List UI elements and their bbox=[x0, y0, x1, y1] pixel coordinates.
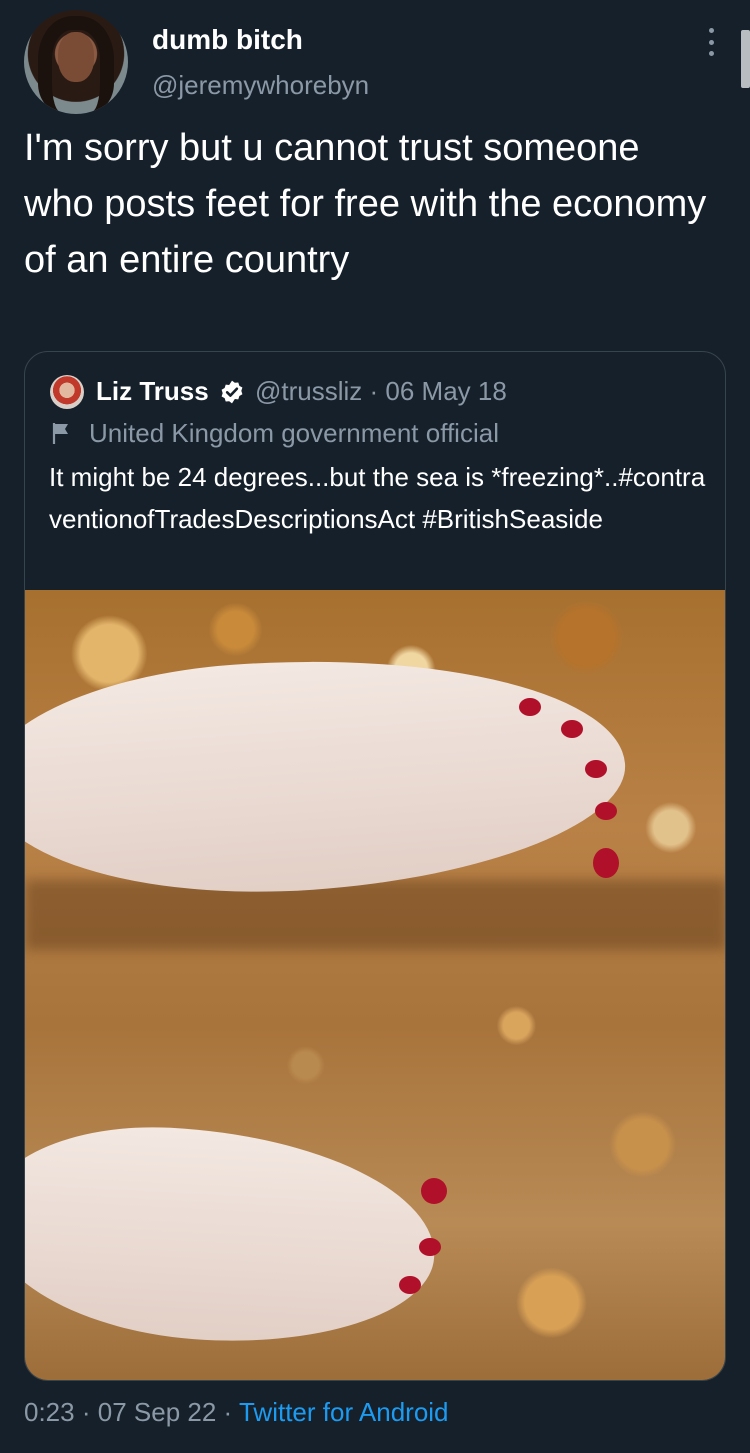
photo-toenail bbox=[595, 802, 617, 820]
quoted-author-avatar[interactable] bbox=[50, 375, 84, 409]
author-display-name[interactable]: dumb bitch bbox=[152, 24, 303, 56]
tweet-text: I'm sorry but u cannot trust someone who… bbox=[24, 127, 707, 281]
more-dot bbox=[708, 28, 714, 33]
more-dot bbox=[708, 51, 714, 56]
author-avatar[interactable] bbox=[24, 10, 128, 114]
separator-dot: · bbox=[223, 1397, 233, 1427]
quoted-author-name: Liz Truss bbox=[96, 376, 209, 406]
photo-foot-lower bbox=[25, 1118, 441, 1352]
tweet-timestamp: 0:23 · 07 Sep 22 · Twitter for Android bbox=[24, 1397, 449, 1428]
photo-toenail bbox=[399, 1276, 421, 1294]
tweet-screen: dumb bitch @jeremywhorebyn I'm sorry but… bbox=[0, 0, 750, 1453]
more-vertical-icon[interactable] bbox=[698, 22, 724, 62]
separator-dot: · bbox=[81, 1397, 91, 1427]
avatar-face bbox=[58, 32, 94, 82]
photo-shadow bbox=[25, 880, 725, 950]
more-dot bbox=[708, 39, 714, 45]
photo-toenail bbox=[585, 760, 607, 778]
government-account-label[interactable]: United Kingdom government official bbox=[89, 418, 499, 449]
photo-toenail bbox=[419, 1238, 441, 1256]
quoted-author-handle-date: @trussliz · 06 May 18 bbox=[255, 376, 507, 406]
verified-badge-icon bbox=[221, 380, 243, 404]
author-handle[interactable]: @jeremywhorebyn bbox=[152, 70, 369, 101]
quoted-tweet-photo[interactable] bbox=[25, 590, 725, 1380]
flag-icon bbox=[52, 423, 68, 444]
photo-toenail bbox=[593, 848, 619, 878]
photo-foot-upper bbox=[25, 637, 633, 913]
scrollbar-thumb[interactable] bbox=[741, 30, 750, 88]
photo-toenail bbox=[519, 698, 541, 716]
quoted-tweet-text: It might be 24 degrees...but the sea is … bbox=[49, 462, 706, 534]
photo-toenail bbox=[421, 1178, 447, 1204]
tweet-date[interactable]: 07 Sep 22 bbox=[98, 1397, 217, 1427]
tweet-time[interactable]: 0:23 bbox=[24, 1397, 75, 1427]
quoted-tweet-card[interactable]: Liz Truss @trussliz · 06 May 18 United K… bbox=[24, 351, 726, 1381]
photo-toenail bbox=[561, 720, 583, 738]
tweet-source-link[interactable]: Twitter for Android bbox=[239, 1397, 449, 1427]
